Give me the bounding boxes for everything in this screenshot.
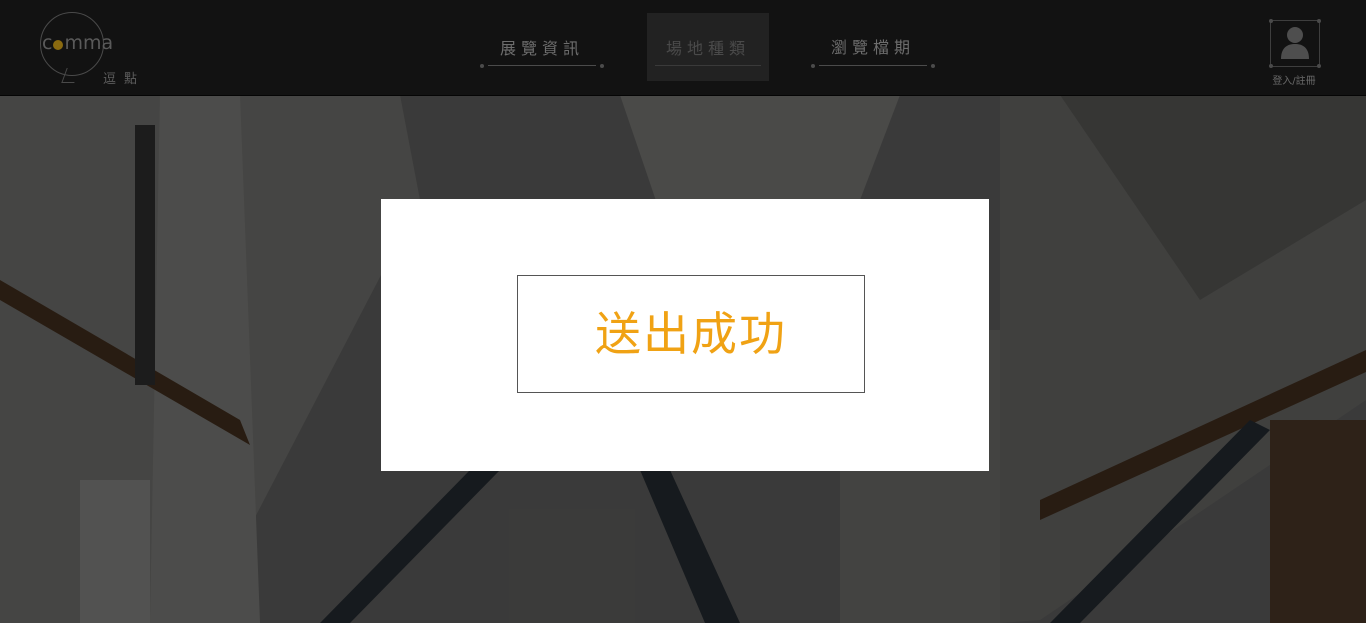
success-message: 送出成功 [595, 307, 787, 361]
nav-browse-schedule[interactable]: 瀏覽檔期 [811, 13, 935, 81]
nav-underline [655, 65, 761, 66]
site-header: c mma 逗點 展覽資訊 場地種類 瀏覽檔期 登入/註冊 [0, 0, 1366, 96]
corner-dot [1269, 64, 1273, 68]
comma-logo[interactable]: c mma 逗點 [36, 10, 156, 87]
nav-label: 場地種類 [665, 39, 750, 58]
logo-dot-icon [53, 40, 64, 50]
nav-exhibition-info[interactable]: 展覽資訊 [480, 13, 604, 81]
success-dialog: 送出成功 [381, 199, 989, 471]
nav-venue-type[interactable]: 場地種類 [647, 13, 769, 81]
nav-label: 展覽資訊 [499, 39, 584, 58]
nav-underline [811, 63, 935, 68]
corner-dot [1317, 19, 1321, 23]
user-account-button[interactable] [1269, 19, 1321, 68]
login-register-link[interactable]: 登入/註冊 [1262, 72, 1326, 87]
nav-underline [480, 63, 604, 68]
corner-dot [1269, 19, 1273, 23]
logo-subtitle: 逗點 [103, 72, 146, 87]
user-icon [1281, 27, 1309, 59]
message-frame: 送出成功 [517, 275, 865, 393]
nav-label: 瀏覽檔期 [830, 38, 915, 57]
logo-wordmark: c mma [42, 32, 114, 54]
corner-dot [1317, 64, 1321, 68]
